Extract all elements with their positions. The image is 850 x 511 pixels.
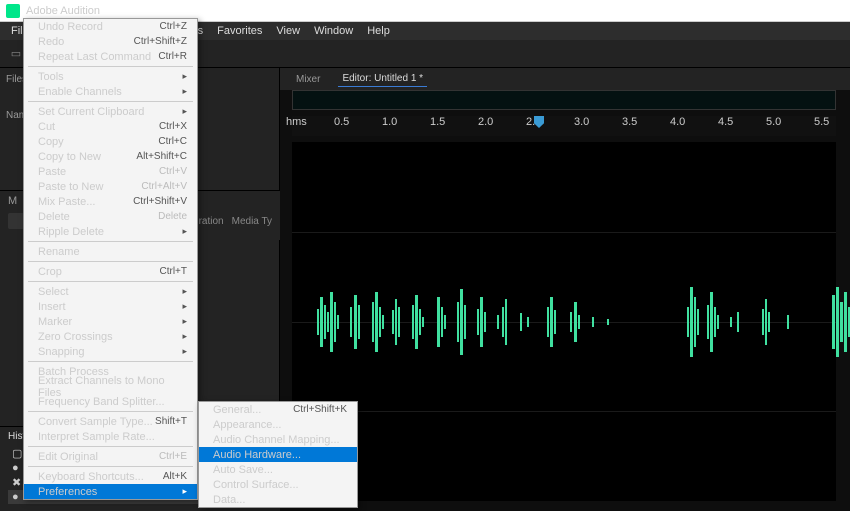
timeline-tick: 4.0: [670, 116, 685, 128]
menu-item-insert[interactable]: Insert▸: [24, 299, 197, 314]
submenu-item-data-[interactable]: Data...: [199, 492, 357, 507]
menu-item-ripple-delete[interactable]: Ripple Delete▸: [24, 224, 197, 239]
waveform: [292, 277, 850, 367]
timeline-tick: 1.0: [382, 116, 397, 128]
menu-item-mix-paste-[interactable]: Mix Paste...Ctrl+Shift+V: [24, 194, 197, 209]
menu-item-crop[interactable]: CropCtrl+T: [24, 264, 197, 279]
menu-item-frequency-band-splitter-[interactable]: Frequency Band Splitter...: [24, 394, 197, 409]
timeline-tick: hms: [286, 116, 307, 128]
menu-item-redo[interactable]: RedoCtrl+Shift+Z: [24, 34, 197, 49]
menu-item-preferences[interactable]: Preferences▸: [24, 484, 197, 499]
menu-item-convert-sample-type-[interactable]: Convert Sample Type...Shift+T: [24, 414, 197, 429]
menu-item-interpret-sample-rate-[interactable]: Interpret Sample Rate...: [24, 429, 197, 444]
edit-menu-dropdown: Undo RecordCtrl+ZRedoCtrl+Shift+ZRepeat …: [23, 18, 198, 500]
preferences-submenu: General...Ctrl+Shift+KAppearance...Audio…: [198, 401, 358, 508]
timeline-tick: 2.0: [478, 116, 493, 128]
editor-tab[interactable]: Editor: Untitled 1 *: [338, 71, 427, 87]
submenu-item-audio-hardware-[interactable]: Audio Hardware...: [199, 447, 357, 462]
menu-item-marker[interactable]: Marker▸: [24, 314, 197, 329]
menu-favorites[interactable]: Favorites: [210, 23, 269, 39]
menu-item-extract-channels-to-mono-files[interactable]: Extract Channels to Mono Files: [24, 379, 197, 394]
menu-item-enable-channels[interactable]: Enable Channels▸: [24, 84, 197, 99]
timeline-tick: 4.5: [718, 116, 733, 128]
menu-view[interactable]: View: [269, 23, 307, 39]
menu-item-set-current-clipboard[interactable]: Set Current Clipboard▸: [24, 104, 197, 119]
submenu-item-auto-save-[interactable]: Auto Save...: [199, 462, 357, 477]
menu-item-paste-to-new: Paste to NewCtrl+Alt+V: [24, 179, 197, 194]
import-icon[interactable]: [8, 213, 24, 229]
menu-item-tools[interactable]: Tools▸: [24, 69, 197, 84]
submenu-item-audio-channel-mapping-[interactable]: Audio Channel Mapping...: [199, 432, 357, 447]
mixer-tab[interactable]: Mixer: [292, 72, 324, 87]
timeline-tick: 3.5: [622, 116, 637, 128]
menu-item-keyboard-shortcuts-[interactable]: Keyboard Shortcuts...Alt+K: [24, 469, 197, 484]
menu-item-rename[interactable]: Rename: [24, 244, 197, 259]
menu-window[interactable]: Window: [307, 23, 360, 39]
timeline-tick: 1.5: [430, 116, 445, 128]
timeline-tick: 3.0: [574, 116, 589, 128]
duration-label: ration: [199, 216, 224, 227]
timeline-ruler[interactable]: hms0.51.01.52.02.53.03.54.04.55.05.5: [292, 116, 836, 136]
menu-item-select[interactable]: Select▸: [24, 284, 197, 299]
mediatype-label: Media Ty: [232, 216, 272, 227]
menu-item-copy-to-new[interactable]: Copy to NewAlt+Shift+C: [24, 149, 197, 164]
overview-bar[interactable]: [292, 90, 836, 110]
timeline-tick: 5.0: [766, 116, 781, 128]
submenu-item-general-[interactable]: General...Ctrl+Shift+K: [199, 402, 357, 417]
app-icon: [6, 4, 20, 18]
menu-item-repeat-last-command[interactable]: Repeat Last CommandCtrl+R: [24, 49, 197, 64]
timeline-tick: 5.5: [814, 116, 829, 128]
menu-item-snapping[interactable]: Snapping▸: [24, 344, 197, 359]
menu-help[interactable]: Help: [360, 23, 397, 39]
menu-item-zero-crossings[interactable]: Zero Crossings▸: [24, 329, 197, 344]
submenu-item-appearance-[interactable]: Appearance...: [199, 417, 357, 432]
menu-item-undo-record[interactable]: Undo RecordCtrl+Z: [24, 19, 197, 34]
menu-item-delete: DeleteDelete: [24, 209, 197, 224]
timeline-tick: 0.5: [334, 116, 349, 128]
app-title: Adobe Audition: [26, 5, 100, 17]
submenu-item-control-surface-[interactable]: Control Surface...: [199, 477, 357, 492]
menu-item-cut[interactable]: CutCtrl+X: [24, 119, 197, 134]
menu-item-edit-original: Edit OriginalCtrl+E: [24, 449, 197, 464]
editor-area: Mixer Editor: Untitled 1 * hms 0.5 1.0 1.5 2…: [280, 68, 850, 511]
waveform-area[interactable]: [292, 142, 836, 501]
menu-item-paste: PasteCtrl+V: [24, 164, 197, 179]
editor-tabs: Mixer Editor: Untitled 1 *: [280, 68, 850, 90]
menu-item-copy[interactable]: CopyCtrl+C: [24, 134, 197, 149]
